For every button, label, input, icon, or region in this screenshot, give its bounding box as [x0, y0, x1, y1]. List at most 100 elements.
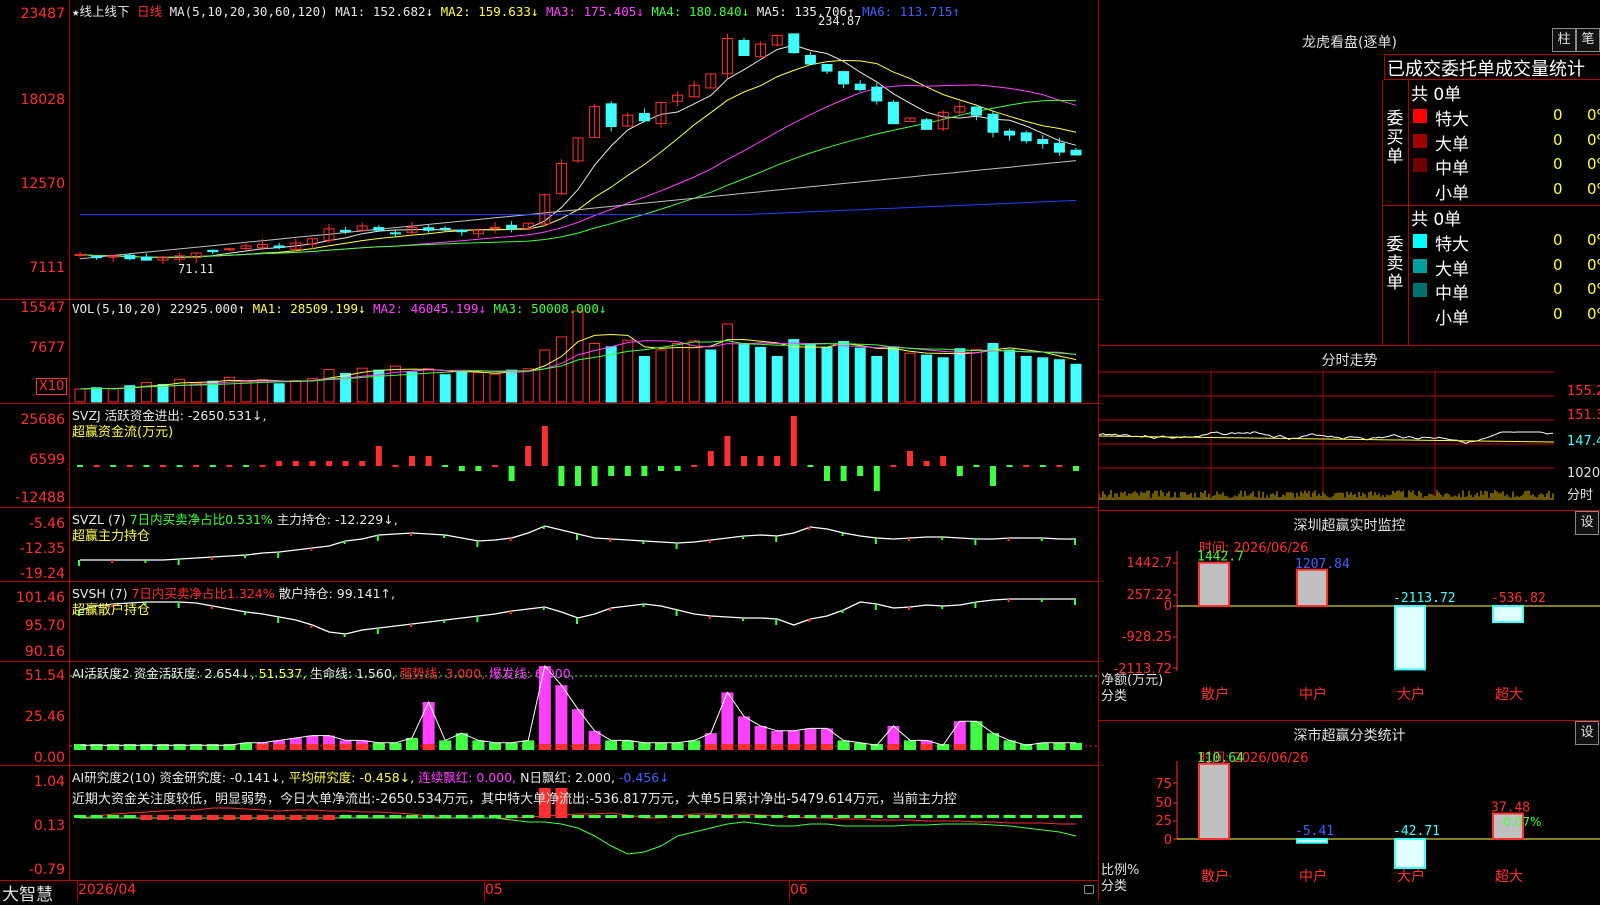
holding-tick	[111, 560, 114, 563]
research-bar	[422, 815, 435, 818]
volume-header: VOL(5,10,20) 22925.000↑ MA1: 28509.199↓ …	[72, 301, 606, 316]
holding-tick	[343, 634, 346, 637]
svsh-tick: 101.46	[16, 590, 65, 606]
flow-bar	[359, 461, 366, 466]
flow-dash	[209, 465, 216, 467]
flow-bar	[840, 466, 847, 481]
svsh-panel[interactable]: 101.46 95.70 90.16 SVSH (7) 7日内买卖净占比1.32…	[0, 582, 1098, 662]
holding-tick	[708, 540, 711, 543]
flow-dash	[77, 465, 83, 467]
volume-bar	[589, 343, 601, 403]
candle-body	[273, 245, 285, 248]
research-bar	[372, 815, 385, 818]
ai-burstline: 爆发线: 6.000,	[489, 666, 575, 681]
candle-body	[74, 253, 86, 256]
period-label[interactable]: 日线	[137, 4, 162, 19]
bar-category-label: 中户	[1299, 868, 1327, 885]
svzl-tick: -19.24	[19, 566, 65, 582]
volume-bar	[506, 369, 518, 403]
activity-base	[273, 744, 286, 750]
candle-body	[1020, 132, 1032, 142]
ma2-value: MA2: 159.633↓	[440, 4, 539, 19]
holding-tick	[376, 628, 379, 634]
intraday-panel[interactable]: 分时走势 155.2 151.3 147.4 1020 分时	[1099, 345, 1600, 510]
research-bar	[206, 815, 219, 820]
intraday-chart[interactable]	[1099, 370, 1600, 510]
research-bar	[804, 815, 817, 818]
volume-value: 22925.000↑	[169, 301, 246, 316]
volume-bar	[871, 356, 883, 403]
price-tick: 18028	[20, 92, 65, 108]
tick-view-button[interactable]: 笔	[1576, 28, 1600, 52]
flow-bar	[425, 456, 432, 466]
research-bar	[256, 815, 269, 820]
activity-base	[688, 744, 701, 750]
order-color-swatch	[1413, 183, 1427, 197]
ai-activity-y-axis: 51.54 25.46 0.00	[0, 662, 70, 766]
research-bar	[1020, 815, 1033, 818]
ai-activity-tick: 25.46	[24, 709, 65, 725]
holding-tick	[708, 616, 711, 619]
x-label-may: 05	[485, 882, 503, 898]
column-view-button[interactable]: 柱	[1552, 28, 1576, 52]
order-count: 0	[1553, 106, 1563, 124]
activity-base	[289, 744, 302, 750]
flow-bar	[575, 466, 581, 486]
research-bar	[90, 815, 103, 818]
realtime-monitor-panel[interactable]: 深圳超赢实时监控 设 时间: 2026/06/26 1442.7 散户 1207.8…	[1099, 510, 1600, 720]
flow-dash	[973, 465, 980, 467]
research-bar	[389, 815, 402, 818]
flow-bar	[1073, 466, 1079, 471]
buy-side-label: 委买单	[1386, 109, 1404, 167]
ai-activity-tick: 51.54	[24, 668, 65, 684]
activity-base	[306, 744, 319, 750]
lock-icon[interactable]	[1084, 885, 1094, 894]
candle-body	[373, 227, 385, 231]
volume-bar	[1053, 359, 1065, 403]
price-chart[interactable]	[70, 0, 1098, 300]
low-price-label: 71.11	[178, 262, 215, 276]
volume-panel[interactable]: 15547 7677 X10 VOL(5,10,20) 22925.000↑ M…	[0, 300, 1098, 404]
category-stats-panel[interactable]: 深市超赢分类统计 设 时间: 2026/06/26 110.64 散户 -5.41 中…	[1099, 720, 1600, 900]
holding-tick	[841, 610, 844, 613]
activity-base	[821, 744, 833, 750]
candle-body	[223, 248, 235, 251]
research-bar	[1070, 815, 1082, 818]
ai-activity-panel[interactable]: 51.54 25.46 0.00 AI活跃度2 资金活跃度: 2.654↓, 5…	[0, 662, 1098, 766]
ai-comment: 近期大资金关注度较低，明显弱势，今日大单净流出:-2650.534万元，其中特大…	[72, 792, 957, 807]
candle-body	[1037, 139, 1049, 145]
volume-bar	[539, 349, 551, 403]
candle-body	[140, 256, 152, 261]
activity-base	[323, 744, 335, 750]
order-percent: 0%	[1587, 155, 1600, 173]
svzl-panel[interactable]: -5.46 -12.35 -19.24 SVZL (7) 7日内买卖净占比0.5…	[0, 508, 1098, 582]
candle-body	[871, 86, 883, 102]
activity-base	[339, 744, 352, 750]
candle-body	[887, 101, 899, 125]
price-panel[interactable]: 23487 18028 12570 7111 ★线上线下 日线 MA(5,10,…	[0, 0, 1098, 300]
research-bar	[472, 815, 485, 818]
ma6-value: MA6: 113.715↑	[862, 4, 960, 19]
ai-activity-params: AI活跃度2	[72, 666, 130, 681]
flow-bar	[724, 436, 731, 466]
candle-body	[804, 54, 816, 65]
ai-research-panel[interactable]: 1.04 0.13 -0.79 AI研究度2(10) 资金研究度: -0.141…	[0, 766, 1098, 880]
holding-tick	[244, 612, 246, 615]
activity-base	[970, 744, 983, 750]
order-type-label: 特大	[1435, 110, 1469, 130]
volume-bar	[771, 356, 783, 403]
activity-base	[771, 744, 784, 750]
flow-bar	[707, 451, 714, 466]
x-label-jun: 06	[790, 882, 808, 898]
order-percent: 0%	[1587, 231, 1600, 249]
intraday-tick: 分时	[1567, 488, 1594, 503]
research-bar	[837, 815, 850, 818]
activity-base	[472, 744, 485, 750]
research-bar	[323, 815, 335, 820]
order-color-swatch	[1413, 109, 1427, 123]
flow-dash	[126, 465, 133, 467]
price-plot[interactable]	[70, 0, 1098, 299]
svzj-panel[interactable]: 25686 6599 -12488 SVZJ 活跃资金进出: -2650.531…	[0, 404, 1098, 508]
research-bar	[1036, 815, 1049, 818]
svsh-ratio: 7日内买卖净占比1.324%	[131, 586, 275, 601]
